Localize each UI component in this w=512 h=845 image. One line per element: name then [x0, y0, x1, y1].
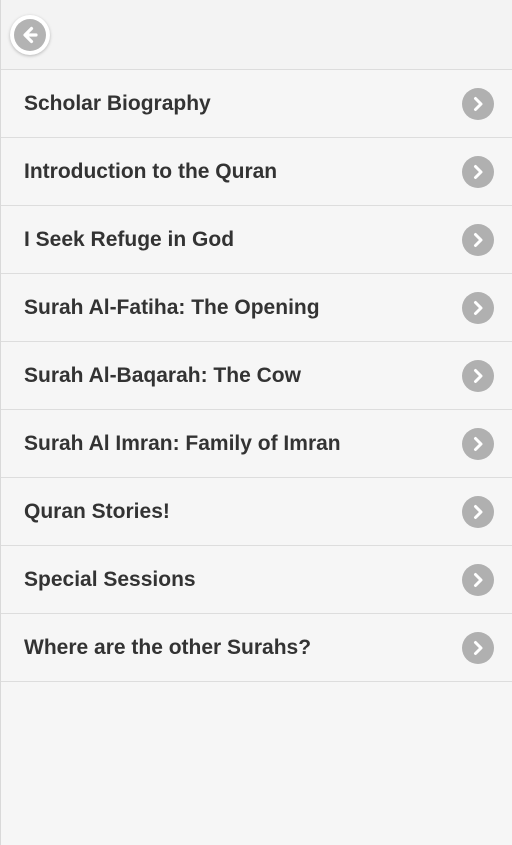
list-item[interactable]: Introduction to the Quran: [1, 138, 512, 206]
list-item-label: Surah Al-Fatiha: The Opening: [24, 295, 320, 319]
chevron-right-icon: [462, 87, 494, 120]
list-item[interactable]: Quran Stories!: [1, 478, 512, 546]
back-button[interactable]: [10, 15, 50, 55]
list-item-label: Special Sessions: [24, 567, 196, 591]
list-item-label: Scholar Biography: [24, 91, 211, 115]
list-item-label: Where are the other Surahs?: [24, 635, 312, 659]
arrow-left-circle-icon: [14, 19, 46, 51]
list-item-label: Introduction to the Quran: [24, 159, 278, 183]
list-item-label: Surah Al-Baqarah: The Cow: [24, 363, 301, 387]
list-item[interactable]: I Seek Refuge in God: [1, 206, 512, 274]
list-item[interactable]: Special Sessions: [1, 546, 512, 614]
list-item[interactable]: Where are the other Surahs?: [1, 614, 512, 682]
chevron-right-icon: [462, 495, 494, 528]
chevron-right-icon: [462, 223, 494, 256]
list-item[interactable]: Surah Al Imran: Family of Imran: [1, 410, 512, 478]
chevron-right-icon: [462, 563, 494, 596]
app-screen: Scholar Biography Introduction to the Qu…: [0, 0, 512, 845]
list-item-label: Surah Al Imran: Family of Imran: [24, 431, 341, 455]
chevron-right-icon: [462, 291, 494, 324]
chevron-right-icon: [462, 155, 494, 188]
menu-list: Scholar Biography Introduction to the Qu…: [1, 70, 512, 682]
list-item-label: I Seek Refuge in God: [24, 227, 235, 251]
list-item[interactable]: Surah Al-Baqarah: The Cow: [1, 342, 512, 410]
chevron-right-icon: [462, 631, 494, 664]
list-item-label: Quran Stories!: [24, 499, 170, 523]
header-bar: [1, 0, 512, 70]
chevron-right-icon: [462, 427, 494, 460]
list-item[interactable]: Surah Al-Fatiha: The Opening: [1, 274, 512, 342]
list-item[interactable]: Scholar Biography: [1, 70, 512, 138]
chevron-right-icon: [462, 359, 494, 392]
